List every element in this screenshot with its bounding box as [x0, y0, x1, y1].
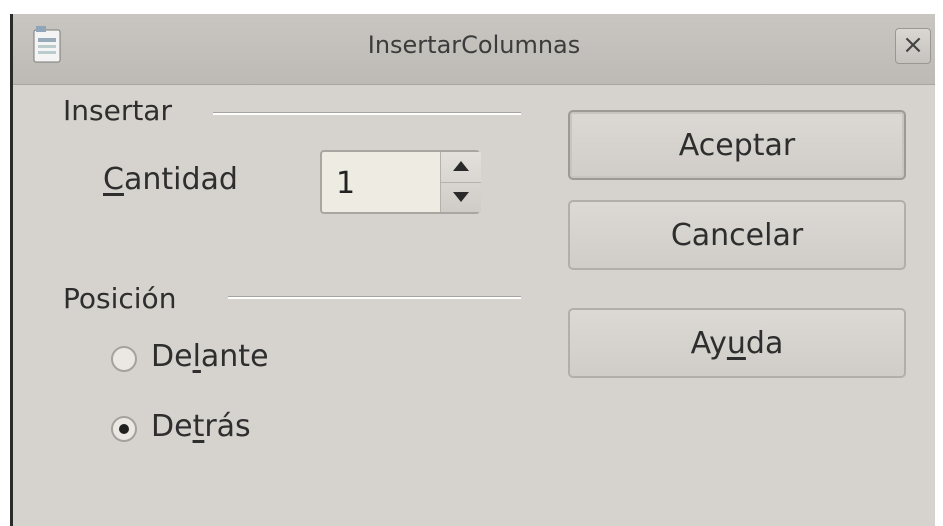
cancel-button[interactable]: Cancelar [568, 200, 906, 270]
radio-delante-indicator[interactable] [111, 346, 137, 372]
dialog-title: InsertarColumnas [367, 31, 581, 59]
quantity-input[interactable]: 1 [336, 166, 355, 201]
dialog-window: InsertarColumnas × Insertar Cantidad 1 P… [10, 14, 935, 526]
close-button[interactable]: × [895, 28, 931, 64]
insert-section-separator [213, 112, 521, 115]
radio-detras-indicator[interactable] [111, 416, 137, 442]
help-button-label-accelerator: u [726, 325, 746, 361]
quantity-spin-buttons [440, 152, 481, 212]
radio-detras-label-accelerator: t [192, 409, 205, 444]
spin-down-button[interactable] [441, 182, 481, 212]
arrow-down-icon [453, 192, 469, 202]
help-button[interactable]: Ay u da [568, 308, 906, 378]
radio-delante-label-post: ante [200, 339, 269, 374]
radio-delante-label[interactable]: Delante [151, 339, 269, 374]
title-bar[interactable]: InsertarColumnas × [13, 14, 935, 85]
quantity-label-accelerator: C [103, 162, 124, 197]
ok-button[interactable]: Aceptar [568, 110, 906, 180]
help-button-label-pre: Ay [690, 325, 727, 361]
radio-detras-label[interactable]: Detrás [151, 409, 251, 444]
position-section-label: Posición [63, 282, 185, 315]
radio-delante-label-accelerator: l [192, 339, 201, 374]
quantity-label: Cantidad [103, 162, 238, 197]
close-icon: × [902, 30, 924, 60]
radio-detras-label-pre: De [151, 409, 193, 444]
radio-selected-dot [119, 424, 129, 434]
help-button-label-post: da [745, 325, 784, 361]
quantity-label-rest: antidad [123, 162, 238, 197]
position-section-separator [228, 296, 521, 299]
insert-section-label: Insertar [63, 94, 180, 127]
quantity-spinbox[interactable]: 1 [320, 150, 481, 214]
spin-up-button[interactable] [441, 152, 481, 183]
radio-delante-label-pre: De [151, 339, 193, 374]
radio-detras-label-post: rás [204, 409, 251, 444]
arrow-up-icon [453, 161, 469, 171]
